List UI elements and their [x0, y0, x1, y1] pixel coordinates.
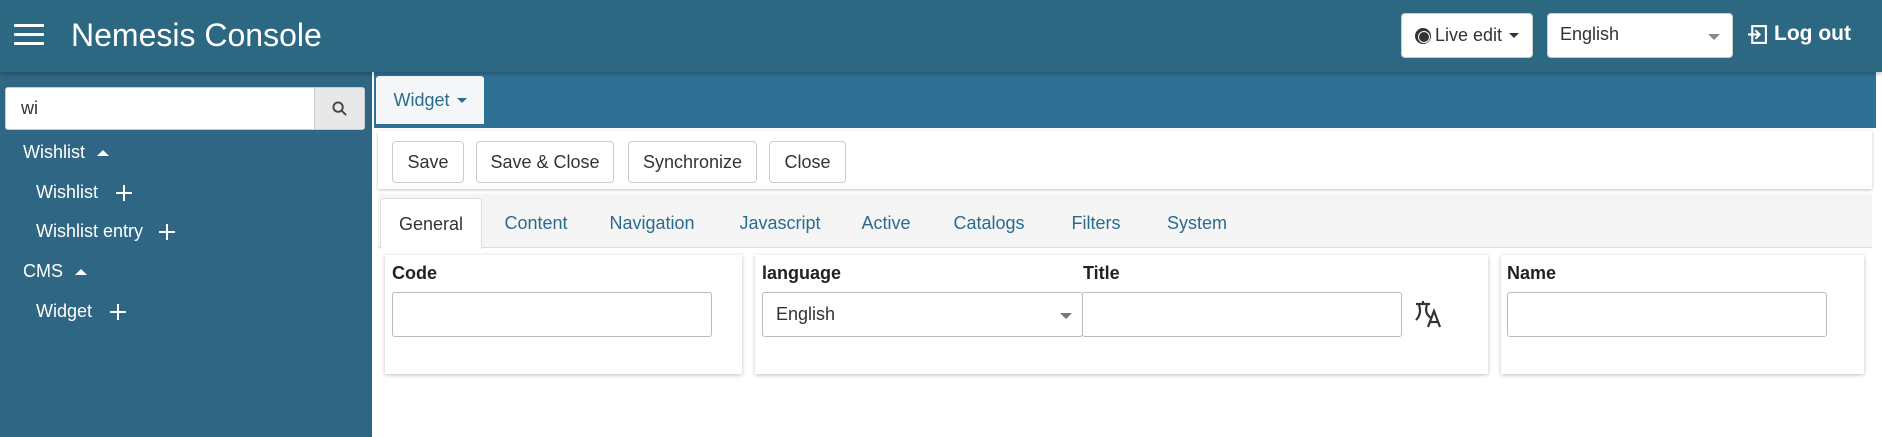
sidebar-group-wishlist[interactable]: Wishlist	[23, 142, 109, 163]
code-panel: Code	[385, 255, 742, 374]
sidebar: Wishlist Wishlist Wishlist entry CMS Wid…	[0, 72, 372, 437]
entity-tab-bar: Widget	[374, 72, 1876, 128]
title-language-value: English	[776, 304, 836, 324]
save-button[interactable]: Save	[392, 141, 464, 183]
search-input[interactable]	[6, 88, 315, 129]
scrollbar-track[interactable]	[1876, 72, 1882, 437]
caret-up-icon	[75, 268, 87, 275]
sidebar-group-cms[interactable]: CMS	[23, 261, 87, 282]
tab-catalogs[interactable]: Catalogs	[936, 198, 1042, 248]
add-wishlist-entry-icon[interactable]	[159, 223, 176, 240]
tab-filters[interactable]: Filters	[1050, 198, 1142, 248]
editor-toolbar: Save Save & Close Synchronize Close	[378, 131, 1872, 189]
tab-navigation[interactable]: Navigation	[592, 198, 712, 248]
tab-active[interactable]: Active	[846, 198, 926, 248]
add-widget-icon[interactable]	[110, 303, 127, 320]
add-wishlist-icon[interactable]	[116, 184, 132, 201]
live-edit-label: Live edit	[1434, 25, 1503, 45]
sidebar-item-label: Widget	[36, 301, 93, 321]
editor-tabs: General Content Navigation Javascript Ac…	[378, 194, 1872, 249]
sidebar-search	[5, 87, 365, 130]
sidebar-item-label: Wishlist	[36, 182, 98, 202]
tab-javascript[interactable]: Javascript	[724, 198, 836, 248]
tab-content[interactable]: Content	[490, 198, 582, 248]
caret-down-icon	[1509, 33, 1520, 38]
name-panel: Name	[1501, 255, 1864, 374]
search-icon	[332, 101, 347, 116]
sidebar-item-label: Wishlist entry	[36, 221, 144, 241]
translate-icon[interactable]	[1414, 299, 1444, 329]
synchronize-button[interactable]: Synchronize	[628, 141, 757, 183]
code-label: Code	[392, 263, 437, 283]
hamburger-menu-icon[interactable]	[14, 24, 44, 48]
code-input[interactable]	[392, 292, 712, 337]
title-language-select[interactable]: English	[762, 292, 1083, 337]
save-close-button[interactable]: Save & Close	[476, 141, 614, 183]
close-button[interactable]: Close	[769, 141, 846, 183]
sidebar-item-wishlist[interactable]: Wishlist	[36, 182, 132, 203]
top-header: Nemesis Console Live edit English Log ou…	[0, 0, 1882, 72]
app-title: Nemesis Console	[71, 17, 322, 53]
tab-general[interactable]: General	[380, 198, 482, 249]
language-select[interactable]: English	[1547, 13, 1733, 58]
sidebar-item-wishlist-entry[interactable]: Wishlist entry	[36, 221, 176, 242]
select-arrow-icon	[1708, 34, 1720, 40]
sidebar-group-label: CMS	[23, 261, 63, 281]
logout-button[interactable]: Log out	[1747, 22, 1851, 46]
widget-tab-label: Widget	[393, 89, 450, 110]
caret-up-icon	[97, 149, 109, 156]
name-input[interactable]	[1507, 292, 1827, 337]
caret-down-icon	[456, 97, 467, 103]
widget-entity-tab[interactable]: Widget	[376, 76, 484, 124]
search-button[interactable]	[314, 88, 364, 129]
logout-icon	[1748, 24, 1767, 44]
select-arrow-icon	[1060, 313, 1072, 319]
title-input[interactable]	[1082, 292, 1402, 337]
sidebar-item-widget[interactable]: Widget	[36, 301, 127, 322]
tab-system[interactable]: System	[1150, 198, 1244, 248]
language-select-value: English	[1560, 24, 1620, 44]
title-panel: language English Title	[755, 255, 1488, 374]
sidebar-group-label: Wishlist	[23, 142, 85, 162]
name-label: Name	[1507, 263, 1557, 283]
language-label: language	[762, 263, 842, 283]
live-edit-dropdown[interactable]: Live edit	[1401, 13, 1533, 58]
globe-icon	[1414, 27, 1431, 44]
title-label: Title	[1083, 263, 1120, 283]
logout-label: Log out	[1774, 22, 1851, 45]
